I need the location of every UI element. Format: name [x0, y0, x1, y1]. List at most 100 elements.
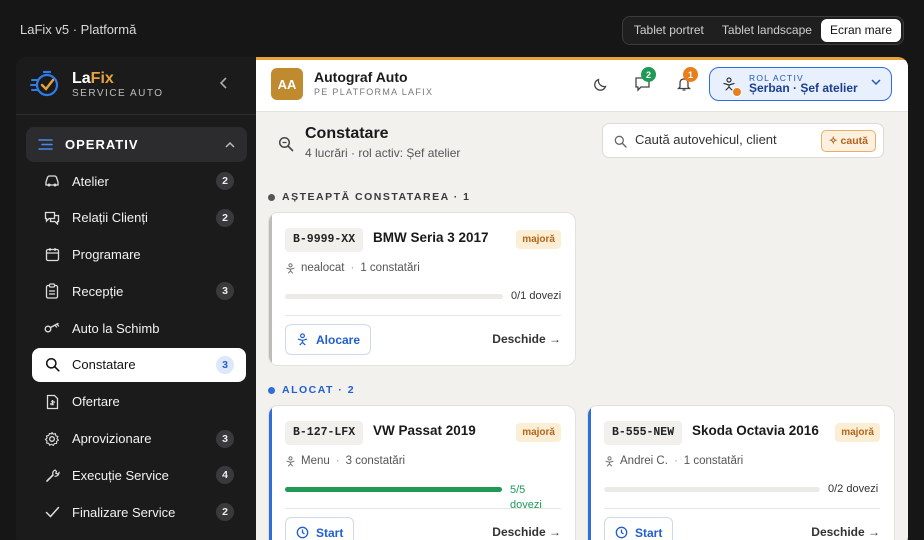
card-meta: Andrei C. · 1 constatări — [604, 455, 743, 467]
clock-icon — [615, 526, 628, 539]
messages-button[interactable]: 2 — [634, 67, 656, 94]
sidebar-nav: Atelier 2 Relații Clienți 2 Programare R… — [32, 164, 246, 532]
section-label: AȘTEAPTĂ CONSTATAREA · 1 — [282, 191, 471, 203]
chevron-up-icon — [225, 141, 235, 148]
sidebar-item-label: Relații Clienți — [72, 210, 148, 226]
card-meta: Menu · 3 constatări — [285, 455, 405, 467]
job-card[interactable]: B-555-NEW Skoda Octavia 2016 majoră Andr… — [587, 405, 895, 540]
sidebar-item-label: Programare — [72, 247, 141, 263]
card-divider — [285, 508, 561, 509]
sidebar-item-relatii-clienti[interactable]: Relații Clienți 2 — [32, 201, 246, 235]
job-card[interactable]: B-127-LFX VW Passat 2019 majoră Menu · 3… — [268, 405, 576, 540]
severity-tag: majoră — [516, 423, 561, 442]
severity-tag: majoră — [835, 423, 880, 442]
card-divider — [285, 315, 561, 316]
count-badge: 2 — [216, 172, 234, 190]
evidence-progress — [285, 487, 502, 492]
card-status-bar — [588, 406, 591, 540]
search-input[interactable] — [635, 132, 785, 147]
sidebar-item-label: Aprovizionare — [72, 431, 152, 447]
nav-group-operativ[interactable]: OPERATIV — [26, 127, 247, 162]
page-title: Constatare — [305, 125, 389, 142]
open-link[interactable]: Deschide → — [811, 525, 880, 539]
main-content: AA Autograf Auto PE PLATFORMA LAFIX 2 1 … — [256, 60, 908, 540]
brand: LaFix SERVICE AUTO — [30, 69, 164, 99]
license-plate: B-9999-XX — [285, 228, 364, 252]
count-badge: 2 — [216, 503, 234, 522]
card-status-bar — [269, 406, 272, 540]
calendar-icon — [44, 247, 60, 263]
document-icon — [44, 394, 60, 410]
progress-label: 0/1 dovezi — [511, 290, 562, 302]
section-dot — [268, 386, 275, 394]
button-label: Alocare — [316, 332, 361, 347]
view-mode-switcher: Tablet portret Tablet landscape Ecran ma… — [621, 16, 904, 45]
brand-name: LaFix — [72, 69, 114, 87]
assignee: Andrei C. — [620, 455, 668, 467]
sidebar-item-constatare[interactable]: Constatare 3 — [32, 347, 246, 382]
sidebar-item-finalizare-service[interactable]: Finalizare Service 2 — [32, 495, 246, 529]
sidebar-item-label: Finalizare Service — [72, 504, 176, 520]
count-badge: 3 — [216, 355, 234, 374]
sidebar-item-atelier[interactable]: Atelier 2 — [32, 164, 246, 198]
section-assigned: ALOCAT · 2 — [268, 384, 355, 396]
sidebar-divider — [16, 114, 256, 115]
messages-badge: 2 — [641, 67, 656, 82]
search-box: ✧ caută — [602, 123, 884, 158]
wrench-icon — [44, 467, 60, 483]
findings-count: 1 constatări — [360, 262, 420, 274]
org-subtitle: PE PLATFORMA LAFIX — [314, 87, 434, 97]
assign-button[interactable]: Alocare — [285, 324, 372, 355]
sidebar-item-auto-la-schimb[interactable]: Auto la Schimb — [32, 311, 246, 345]
progress-fill — [285, 487, 502, 492]
car-model: Skoda Octavia 2016 — [692, 423, 819, 438]
mode-large-screen[interactable]: Ecran mare — [820, 19, 901, 42]
search-icon — [44, 357, 60, 373]
role-value: Șerban · Șef atelier — [749, 81, 858, 95]
sidebar-item-ofertare[interactable]: Ofertare — [32, 385, 246, 419]
severity-tag: majoră — [516, 230, 561, 249]
logo-icon — [30, 70, 59, 97]
active-role-selector[interactable]: ROL ACTIV Șerban · Șef atelier — [709, 67, 892, 101]
collapse-sidebar-icon[interactable] — [219, 76, 229, 93]
sidebar-item-aprovizionare[interactable]: Aprovizionare 3 — [32, 422, 246, 456]
list-icon — [38, 139, 53, 150]
clock-icon — [296, 526, 309, 539]
dark-mode-toggle[interactable] — [593, 76, 611, 94]
start-button[interactable]: Start — [604, 517, 674, 540]
findings-count: 1 constatări — [683, 455, 744, 467]
sidebar-item-receptie[interactable]: Recepție 3 — [32, 274, 246, 308]
progress-label: 0/2 dovezi — [828, 483, 879, 495]
org-avatar: AA — [271, 68, 303, 100]
sidebar-item-executie-service[interactable]: Execuție Service 4 — [32, 458, 246, 492]
org-info: Autograf Auto PE PLATFORMA LAFIX — [314, 69, 433, 97]
open-link[interactable]: Deschide → — [492, 332, 561, 346]
gear-icon — [44, 431, 60, 447]
start-button[interactable]: Start — [285, 517, 355, 540]
car-model: BMW Seria 3 2017 — [373, 230, 489, 245]
user-role-icon — [605, 455, 614, 467]
job-card[interactable]: B-9999-XX BMW Seria 3 2017 majoră nealoc… — [268, 212, 576, 366]
ai-search-button[interactable]: ✧ caută — [820, 130, 876, 152]
app-frame: LaFix SERVICE AUTO OPERATIV Atelier 2 Re… — [16, 57, 908, 540]
mode-tablet-landscape[interactable]: Tablet landscape — [713, 19, 821, 42]
check-icon — [44, 504, 60, 520]
card-status-bar — [269, 213, 272, 365]
mode-tablet-portrait[interactable]: Tablet portret — [625, 19, 713, 42]
chat-icon — [44, 210, 60, 226]
sidebar: LaFix SERVICE AUTO OPERATIV Atelier 2 Re… — [16, 57, 256, 540]
assignee: nealocat — [301, 262, 345, 274]
top-bar: LaFix v5 · Platformă Tablet portret Tabl… — [0, 0, 924, 58]
car-model: VW Passat 2019 — [373, 423, 476, 438]
count-badge: 2 — [216, 208, 234, 227]
button-label: Start — [635, 525, 663, 540]
notifications-button[interactable]: 1 — [676, 67, 698, 94]
user-role-icon — [297, 333, 308, 346]
open-link[interactable]: Deschide → — [492, 525, 561, 539]
sidebar-item-label: Constatare — [72, 357, 136, 373]
status-dot — [732, 87, 742, 97]
page-header: Constatare 4 lucrări · rol activ: Șef at… — [256, 112, 908, 170]
sidebar-item-label: Auto la Schimb — [72, 320, 160, 336]
search-icon — [278, 136, 294, 152]
sidebar-item-programare[interactable]: Programare — [32, 238, 246, 272]
